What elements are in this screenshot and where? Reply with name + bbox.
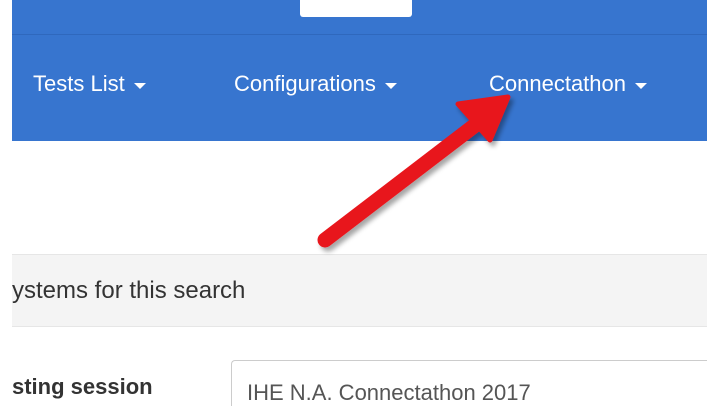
caret-down-icon (133, 82, 146, 89)
nav-item-label: Connectathon (489, 71, 626, 96)
testing-session-label: sting session (12, 374, 153, 399)
caret-down-icon (635, 82, 647, 89)
testing-session-value: IHE N.A. Connectathon 2017 (247, 380, 531, 405)
caret-down-icon (384, 82, 397, 89)
navbar-divider (12, 34, 707, 35)
page: Tests List Configurations Connectathon y… (0, 0, 707, 406)
testing-session-select[interactable]: IHE N.A. Connectathon 2017 (231, 360, 707, 406)
navbar-top-tab[interactable] (300, 0, 412, 17)
nav-item-tests-list[interactable]: Tests List (33, 66, 146, 102)
top-navbar: Tests List Configurations Connectathon (12, 0, 707, 141)
search-results-bar: ystems for this search (12, 254, 707, 327)
nav-item-label: Tests List (33, 71, 125, 96)
arrow-shaft (317, 118, 482, 248)
nav-item-label: Configurations (234, 71, 376, 96)
nav-item-configurations[interactable]: Configurations (234, 66, 397, 102)
nav-item-connectathon[interactable]: Connectathon (489, 66, 647, 102)
search-summary-text: ystems for this search (12, 277, 246, 304)
